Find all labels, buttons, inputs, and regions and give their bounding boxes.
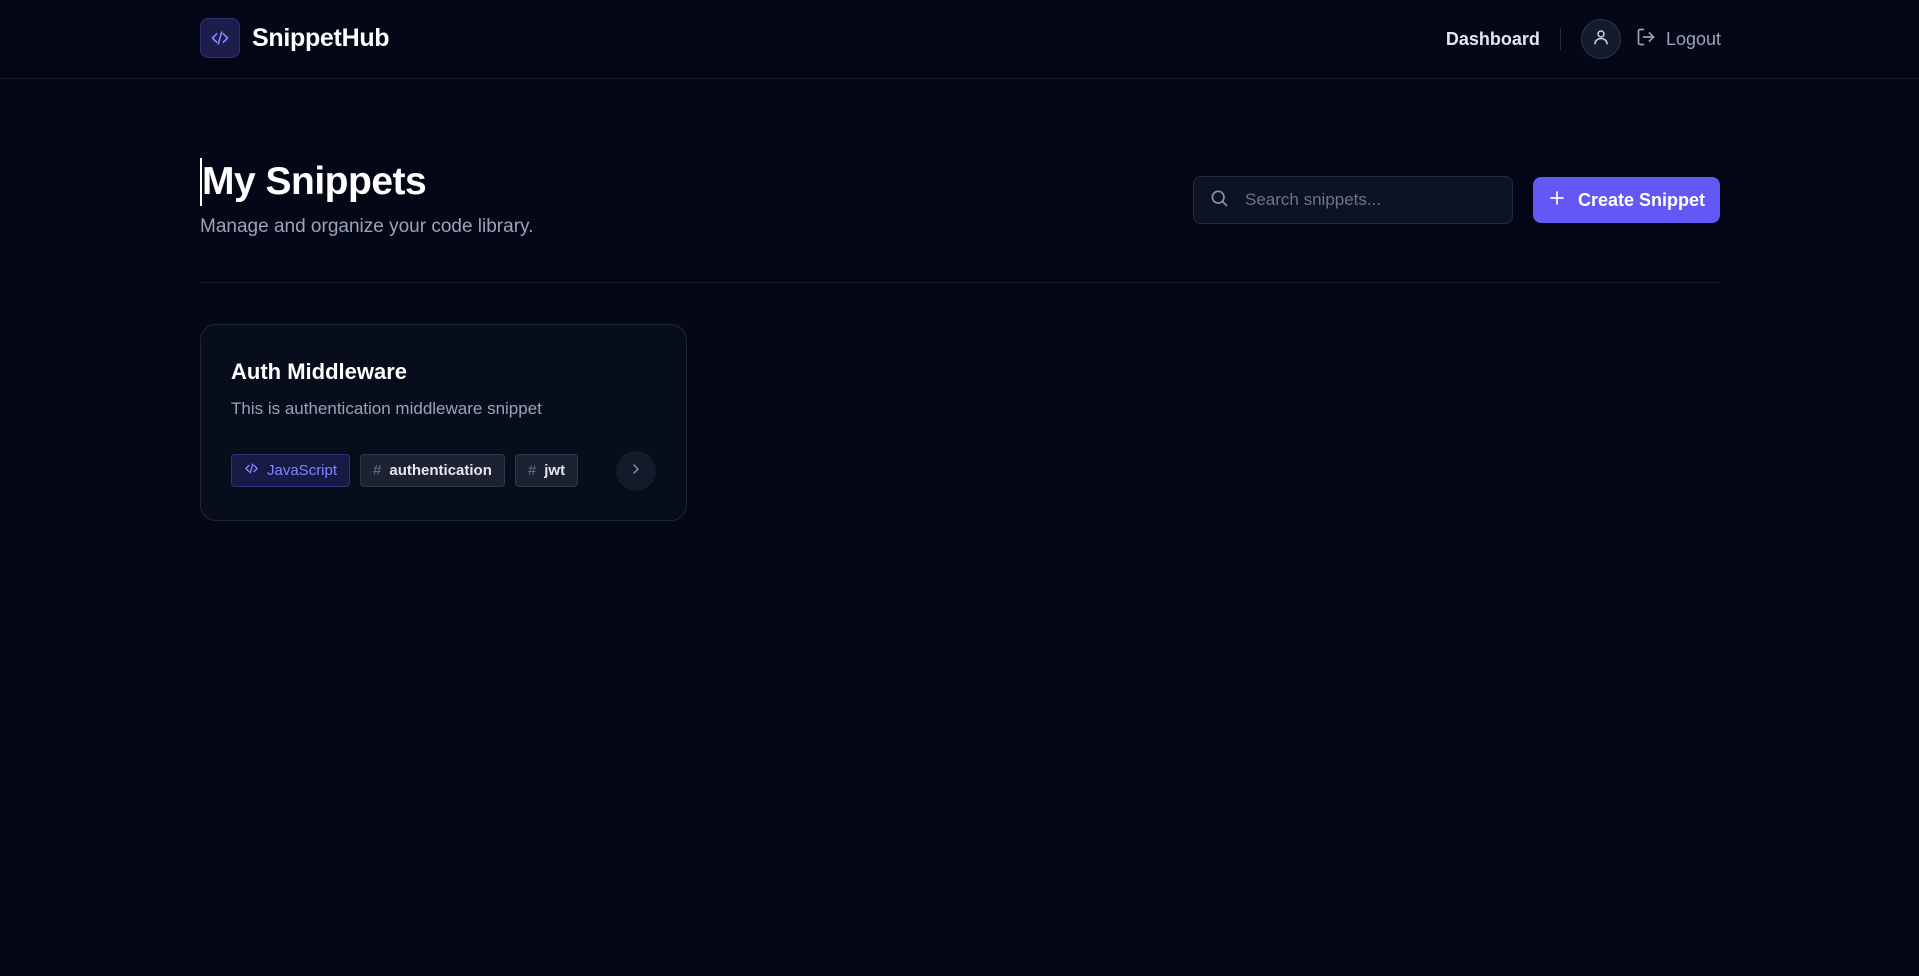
plus-icon bbox=[1548, 189, 1566, 212]
tag-chip[interactable]: # authentication bbox=[360, 454, 505, 487]
section-divider bbox=[200, 282, 1720, 283]
avatar[interactable] bbox=[1580, 19, 1621, 59]
top-navbar: SnippetHub Dashboard Logout bbox=[0, 0, 1919, 79]
create-snippet-button[interactable]: Create Snippet bbox=[1533, 177, 1720, 223]
open-snippet-button[interactable] bbox=[616, 451, 656, 491]
search-input[interactable] bbox=[1243, 189, 1493, 211]
hash-icon: # bbox=[373, 462, 382, 479]
snippet-description: This is authentication middleware snippe… bbox=[231, 399, 542, 418]
create-snippet-label: Create Snippet bbox=[1577, 189, 1706, 210]
search-box bbox=[1193, 176, 1513, 224]
snippet-card[interactable]: Auth Middleware This is authentication m… bbox=[200, 324, 687, 521]
tag-label: authentication bbox=[389, 462, 492, 479]
snippet-tags: JavaScript # authentication # jwt bbox=[231, 454, 579, 487]
logout-button[interactable]: Logout bbox=[1636, 27, 1721, 52]
logout-label: Logout bbox=[1665, 28, 1721, 49]
nav-right: Dashboard Logout bbox=[1446, 18, 1721, 60]
chevron-right-icon bbox=[628, 461, 644, 482]
language-label: JavaScript bbox=[267, 462, 338, 479]
nav-dashboard-link[interactable]: Dashboard bbox=[1446, 29, 1540, 50]
code-icon bbox=[200, 18, 240, 58]
hash-icon: # bbox=[527, 462, 537, 479]
tag-label: jwt bbox=[544, 462, 566, 479]
search-icon bbox=[1209, 188, 1229, 213]
language-badge[interactable]: JavaScript bbox=[231, 454, 351, 487]
snippet-title: Auth Middleware bbox=[231, 359, 408, 384]
code-icon bbox=[244, 461, 259, 480]
brand-name: SnippetHub bbox=[252, 23, 390, 52]
logout-icon bbox=[1636, 27, 1656, 52]
user-icon bbox=[1592, 28, 1610, 51]
nav-divider bbox=[1559, 28, 1561, 50]
page-subtitle: Manage and organize your code library. bbox=[200, 216, 534, 237]
page-title: My Snippets bbox=[200, 158, 427, 206]
tag-chip[interactable]: # jwt bbox=[514, 454, 579, 487]
brand-link[interactable]: SnippetHub bbox=[200, 18, 390, 58]
